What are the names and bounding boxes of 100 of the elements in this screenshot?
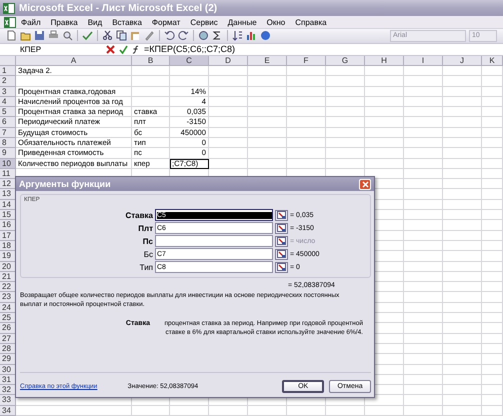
table-cell xyxy=(443,406,482,416)
row-header[interactable]: 4 xyxy=(0,96,16,108)
table-cell xyxy=(209,148,248,159)
column-header[interactable]: E xyxy=(248,56,287,66)
chart-icon[interactable] xyxy=(246,30,257,42)
table-cell xyxy=(482,86,503,97)
column-header[interactable]: K xyxy=(482,56,503,66)
spell-check-icon[interactable] xyxy=(82,30,93,42)
table-cell xyxy=(365,107,404,118)
table-cell xyxy=(482,96,503,108)
check-icon[interactable] xyxy=(119,44,128,54)
row-header[interactable]: 13 xyxy=(0,189,16,200)
collapse-dialog-button[interactable] xyxy=(275,248,288,260)
sum-icon[interactable] xyxy=(212,30,223,42)
menu-item[interactable]: Окно xyxy=(262,18,290,27)
table-cell xyxy=(248,66,287,76)
column-header[interactable]: A xyxy=(16,56,132,66)
row-header[interactable]: 16 xyxy=(0,220,16,231)
row-header[interactable]: 9 xyxy=(0,148,16,159)
row-header[interactable]: 25 xyxy=(0,313,16,324)
folder-icon[interactable] xyxy=(20,30,31,42)
row-header[interactable]: 7 xyxy=(0,128,16,138)
table-cell xyxy=(248,76,287,87)
table-cell xyxy=(443,220,482,231)
table-cell xyxy=(404,251,443,262)
row-header[interactable]: 5 xyxy=(0,107,16,118)
name-box[interactable]: КПЕР xyxy=(2,44,102,54)
argument-field[interactable] xyxy=(155,235,273,247)
column-header[interactable]: C xyxy=(170,56,209,66)
table-cell xyxy=(482,200,503,210)
globe-icon[interactable] xyxy=(198,30,209,42)
row-header[interactable]: 2 xyxy=(0,76,16,87)
row-header[interactable]: 8 xyxy=(0,138,16,148)
menu-item[interactable]: Справка xyxy=(290,18,332,27)
table-cell xyxy=(443,210,482,220)
table-cell xyxy=(404,148,443,159)
table-cell xyxy=(287,96,326,108)
table-cell xyxy=(365,128,404,138)
redo-icon[interactable] xyxy=(178,30,189,42)
collapse-dialog-button[interactable] xyxy=(275,236,288,246)
row-header[interactable]: 34 xyxy=(0,406,16,416)
column-header[interactable]: J xyxy=(443,56,482,66)
collapse-dialog-button[interactable] xyxy=(275,262,288,272)
table-cell xyxy=(482,385,503,396)
column-header[interactable]: F xyxy=(287,56,326,66)
function-icon[interactable] xyxy=(132,44,140,54)
table-cell xyxy=(132,96,170,108)
menu-item[interactable]: Сервис xyxy=(185,18,223,27)
table-cell xyxy=(287,86,326,97)
menu-item[interactable]: Правка xyxy=(46,18,83,27)
table-cell xyxy=(287,128,326,138)
row-header[interactable]: 26 xyxy=(0,323,16,334)
row-header[interactable]: 12 xyxy=(0,179,16,190)
column-header[interactable]: G xyxy=(326,56,365,66)
help-icon[interactable] xyxy=(260,30,271,42)
table-cell xyxy=(209,117,248,128)
formula-text[interactable]: =КПЕР(C5;C6;;C7;C8) xyxy=(144,44,235,54)
row-header[interactable]: 19 xyxy=(0,251,16,262)
row-header[interactable]: 3 xyxy=(0,86,16,97)
row-header[interactable]: 29 xyxy=(0,354,16,365)
menu-item[interactable]: Формат xyxy=(146,18,186,27)
undo-icon[interactable] xyxy=(164,30,175,42)
collapse-dialog-button[interactable] xyxy=(275,222,288,234)
column-header[interactable]: B xyxy=(132,56,170,66)
clipboard-icon[interactable] xyxy=(130,30,141,42)
table-cell xyxy=(404,179,443,190)
row-header[interactable]: 15 xyxy=(0,210,16,220)
table-cell xyxy=(482,107,503,118)
close-button[interactable] xyxy=(359,178,371,190)
row-header[interactable]: 23 xyxy=(0,292,16,303)
table-cell xyxy=(404,395,443,406)
table-cell xyxy=(443,76,482,87)
magnifier-icon[interactable] xyxy=(62,30,73,42)
row-header[interactable]: 6 xyxy=(0,117,16,128)
column-header[interactable]: H xyxy=(365,56,404,66)
row-header[interactable]: 22 xyxy=(0,282,16,292)
table-cell xyxy=(170,66,209,76)
menu-item[interactable]: Вид xyxy=(82,18,108,27)
scissors-icon[interactable] xyxy=(102,30,113,42)
row-header[interactable]: 33 xyxy=(0,395,16,406)
menu-item[interactable]: Вставка xyxy=(107,18,147,27)
table-cell xyxy=(209,128,248,138)
sort-icon[interactable] xyxy=(232,30,243,42)
page-icon[interactable] xyxy=(6,30,17,42)
row-header[interactable]: 1 xyxy=(0,66,16,76)
collapse-dialog-button[interactable] xyxy=(275,210,288,220)
row-header[interactable]: 10 xyxy=(0,158,16,169)
table-cell xyxy=(482,148,503,159)
menu-item[interactable]: Данные xyxy=(222,18,262,27)
column-header[interactable]: I xyxy=(404,56,443,66)
copy-icon[interactable] xyxy=(116,30,127,42)
cancel-icon[interactable] xyxy=(106,44,115,54)
table-cell xyxy=(209,66,248,76)
menu-item[interactable]: Файл xyxy=(16,18,46,27)
table-cell xyxy=(365,117,404,128)
table-cell xyxy=(482,302,503,314)
column-header[interactable]: D xyxy=(209,56,248,66)
row-header[interactable]: 32 xyxy=(0,385,16,396)
table-cell xyxy=(404,262,443,272)
brush-icon[interactable] xyxy=(144,30,155,42)
